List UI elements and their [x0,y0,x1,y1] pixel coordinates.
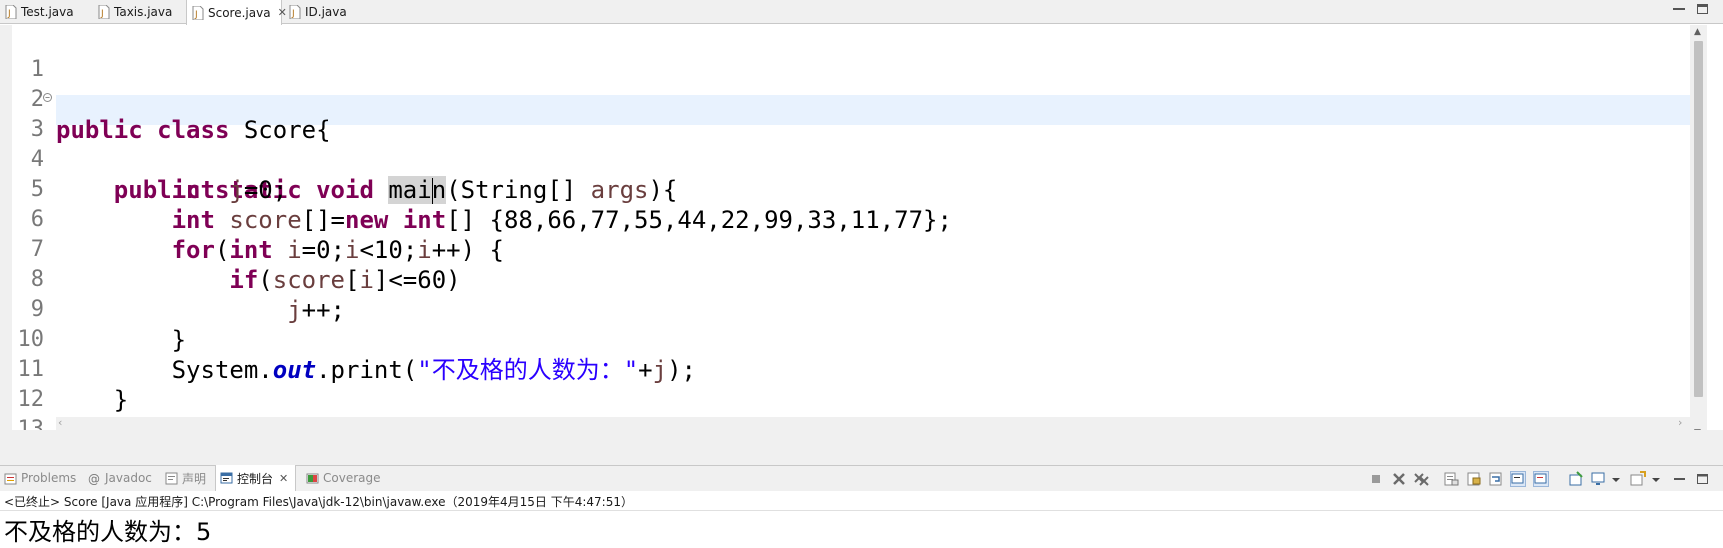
horizontal-scrollbar[interactable]: ‹ › [56,416,1690,430]
console-output[interactable]: 不及格的人数为：5 [4,512,211,547]
svg-text:J: J [7,9,11,19]
code-editor[interactable]: 1 2 public class Score{ 3 − public stati… [0,25,1723,430]
java-file-icon: J [289,5,301,19]
tab-coverage[interactable]: Coverage [302,465,381,491]
code-line: 6 for(int i=0;i<10;i++) { [0,175,1690,264]
editor-tab-bar: J Test.java J Taxis.java J Score.java ✕ … [0,0,1723,25]
clear-console-icon[interactable] [1443,471,1459,487]
terminate-icon[interactable] [1368,471,1384,487]
code-line: 4 int j=0; [0,115,1690,204]
maximize-icon[interactable] [1695,471,1711,487]
pin-console-icon[interactable] [1568,471,1584,487]
java-file-icon: J [192,5,204,20]
scrollbar-thumb[interactable] [1694,41,1703,397]
console-launch-status: <已终止> Score [Java 应用程序] C:\Program Files… [4,495,633,509]
chevron-down-icon[interactable] [1611,471,1621,487]
code-line: 3 − public static void main(String[] arg… [0,85,1690,204]
code-line: 11 } [0,325,1690,414]
remove-launch-icon[interactable] [1391,471,1407,487]
java-file-icon: J [98,5,110,19]
display-selected-console-icon[interactable] [1591,471,1607,487]
scroll-right-icon[interactable]: › [1678,416,1682,429]
tab-label: Coverage [323,471,381,485]
svg-text:@: @ [88,472,100,485]
declaration-icon [165,472,178,485]
fold-collapse-icon[interactable]: − [43,93,52,102]
tab-label: Taxis.java [114,5,173,19]
scroll-up-icon[interactable]: ▲ [1694,27,1701,37]
panel-separator [0,430,1723,465]
tab-label: Problems [21,471,77,485]
scroll-left-icon[interactable]: ‹ [58,416,62,429]
scroll-lock-icon[interactable] [1466,471,1482,487]
show-console-on-stdout-icon[interactable] [1510,471,1526,487]
tab-taxis-java[interactable]: J Taxis.java [93,0,172,24]
divider [0,510,1723,511]
tab-label: 控制台 [237,471,274,486]
coverage-icon [306,472,319,485]
tab-problems[interactable]: Problems [0,465,76,491]
tab-javadoc[interactable]: @ Javadoc [84,465,152,491]
at-icon: @ [88,472,101,486]
code-line: 2 public class Score{ [0,55,1690,144]
tab-label: 声明 [182,471,207,486]
svg-text:J: J [194,10,198,20]
line-number: 13 [17,417,45,430]
tab-declaration[interactable]: 声明 [161,465,206,491]
code-line: 7 if(score[i]<=60) [0,205,1690,294]
minimize-icon[interactable] [1673,8,1685,10]
remove-all-terminated-icon[interactable] [1413,471,1429,487]
problems-icon [4,472,17,485]
show-console-on-stderr-icon[interactable] [1533,471,1549,487]
code-line: 10 System.out.print("不及格的人数为："+j); [0,295,1690,384]
maximize-icon[interactable] [1697,4,1708,14]
code-line: 9 } [0,265,1690,354]
tab-id-java[interactable]: J ID.java [284,0,347,24]
svg-text:J: J [291,9,295,19]
minimize-icon[interactable] [1672,471,1688,487]
tab-label: Javadoc [105,471,152,485]
code-line: 5 int score[]=new int[] {88,66,77,55,44,… [0,145,1690,234]
tab-test-java[interactable]: J Test.java [0,0,74,24]
tab-console[interactable]: 控制台 ✕ [215,465,296,491]
open-console-icon[interactable] [1630,471,1646,487]
svg-text:J: J [100,9,104,19]
close-icon[interactable]: ✕ [279,472,288,485]
code-line: 12 [0,355,1690,412]
word-wrap-icon[interactable] [1488,471,1504,487]
code-line: 1 [0,25,1690,82]
java-file-icon: J [5,5,17,19]
console-icon [220,472,233,485]
code-line: 8 j++; [0,235,1690,324]
tab-label: Score.java [208,5,271,20]
code-line: 13 } [0,385,1690,430]
tab-score-java[interactable]: J Score.java ✕ [186,0,287,25]
tab-label: ID.java [305,5,347,19]
vertical-scrollbar[interactable]: ▲ ▼ [1690,25,1707,430]
chevron-down-icon[interactable] [1651,471,1661,487]
tab-label: Test.java [21,5,74,19]
